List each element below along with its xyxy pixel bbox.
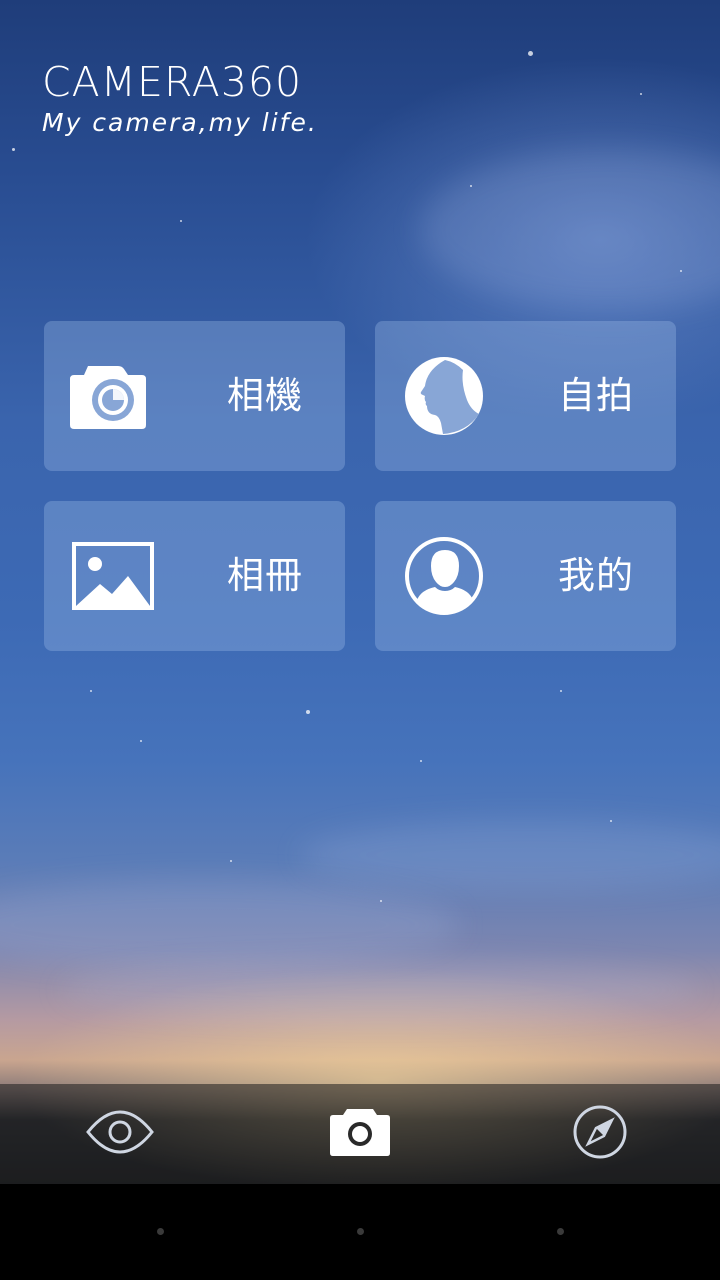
- system-nav-bar: [0, 1184, 720, 1280]
- explore-button[interactable]: [480, 1084, 720, 1184]
- cloud-haze: [420, 150, 720, 310]
- star: [140, 740, 142, 742]
- discover-button[interactable]: [0, 1084, 240, 1184]
- capture-button[interactable]: [240, 1084, 480, 1184]
- star: [610, 820, 612, 822]
- selfie-face-icon: [401, 356, 487, 436]
- profile-tile-label: 我的: [558, 554, 634, 597]
- bottom-toolbar: [0, 1084, 720, 1184]
- camera-tile[interactable]: 相機: [44, 321, 345, 471]
- gallery-icon: [70, 536, 156, 616]
- profile-icon: [401, 536, 487, 616]
- star: [640, 93, 642, 95]
- brand-title: CAMERA360: [42, 58, 303, 106]
- selfie-tile[interactable]: 自拍: [375, 321, 676, 471]
- star: [380, 900, 382, 902]
- cloud-haze: [300, 820, 720, 890]
- profile-tile[interactable]: 我的: [375, 501, 676, 651]
- gallery-tile[interactable]: 相冊: [44, 501, 345, 651]
- star: [470, 185, 472, 187]
- star: [180, 220, 182, 222]
- star: [230, 860, 232, 862]
- star: [12, 148, 15, 151]
- star: [90, 690, 92, 692]
- home-button[interactable]: [357, 1228, 364, 1235]
- home-screen: CAMERA360 My camera,my life. 相機 自拍 相冊 我的: [0, 0, 720, 1184]
- cloud-haze: [0, 880, 460, 970]
- camera-icon: [70, 356, 156, 436]
- star: [560, 690, 562, 692]
- brand-tagline: My camera,my life.: [42, 108, 318, 137]
- back-button[interactable]: [157, 1228, 164, 1235]
- compass-icon: [572, 1104, 628, 1164]
- star: [306, 710, 310, 714]
- brand-header: CAMERA360 My camera,my life.: [42, 58, 318, 140]
- selfie-tile-label: 自拍: [558, 374, 634, 417]
- gallery-tile-label: 相冊: [227, 554, 303, 597]
- recent-apps-button[interactable]: [557, 1228, 564, 1235]
- cloud-haze: [60, 960, 700, 1020]
- eye-icon: [85, 1109, 155, 1159]
- star: [680, 270, 682, 272]
- star: [528, 51, 533, 56]
- star: [420, 760, 422, 762]
- camera-icon: [329, 1107, 391, 1161]
- camera-tile-label: 相機: [227, 374, 303, 417]
